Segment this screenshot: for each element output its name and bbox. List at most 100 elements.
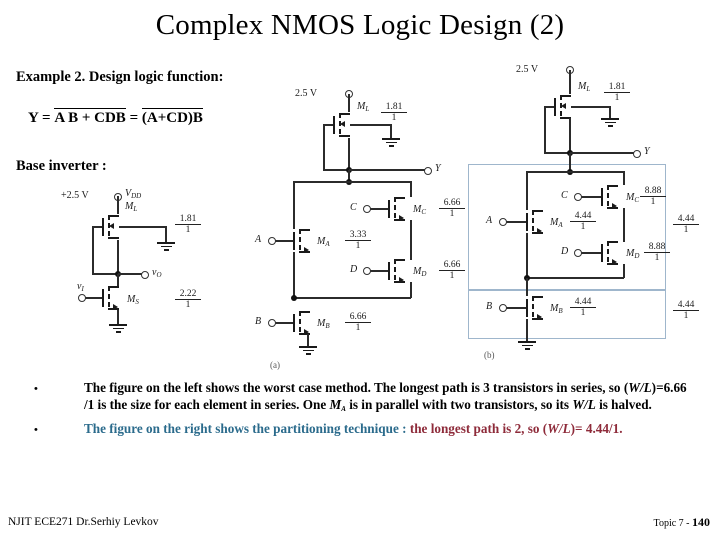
partitioned-md-input-label: D (561, 246, 569, 257)
partition-upper-ratio: 4.44 1 (673, 214, 699, 235)
partitioned-mc-input-terminal (574, 193, 582, 201)
worstcase-load-source-wire (350, 124, 392, 126)
bullet-2-seg-4: )= 4.44/1. (570, 421, 623, 437)
inverter-input-label: vI (77, 281, 84, 293)
bullet-1-seg-4: MA (329, 396, 346, 413)
partition-box-upper (468, 164, 666, 291)
partitioned-load-gate-down (544, 106, 546, 154)
inverter-driver-name: MS (127, 294, 139, 306)
worstcase-ma-gate-lead (274, 240, 293, 242)
partitioned-load-gnd-drop (609, 106, 611, 118)
worstcase-mid-wire (348, 138, 350, 170)
worstcase-mb-ratio: 6.66 1 (345, 312, 371, 333)
worstcase-md-input-terminal (363, 267, 371, 275)
inverter-driver-source-wire (117, 310, 119, 324)
worstcase-vdd-wire (348, 94, 350, 112)
inverter-output-wire (118, 273, 142, 275)
worstcase-pdn-bottom-node (291, 295, 297, 301)
worstcase-mb-gate-lead (274, 322, 293, 324)
inverter-driver-transistor (102, 285, 124, 311)
bullet-1-seg-7: is halved. (595, 396, 652, 412)
worstcase-mc-to-md-wire (410, 220, 412, 260)
bullet-list: • The figure on the left shows the worst… (26, 380, 696, 442)
partitioned-ma-source-down (526, 233, 528, 278)
partitioned-ma-ratio: 4.44 1 (570, 211, 596, 232)
worstcase-ma-branch-down (293, 181, 295, 229)
worstcase-md-ratio: 6.66 1 (439, 260, 465, 281)
inverter-load-ratio: 1.81 1 (175, 214, 201, 235)
inverter-driver-ground-symbol (109, 324, 127, 333)
bullet-2-seg-1: The figure on the right shows the partit… (84, 421, 410, 437)
partitioned-ma-input-terminal (499, 218, 507, 226)
formula-lhs: Y = (28, 110, 51, 126)
worstcase-mb-input-terminal (268, 319, 276, 327)
worstcase-ma-ratio: 3.33 1 (345, 230, 371, 251)
partitioned-mb-name: MB (550, 303, 563, 315)
worstcase-output-label: Y (435, 163, 441, 174)
formula-equals: = (129, 110, 139, 126)
inverter-load-gate-down (92, 226, 94, 274)
partitioned-output-label: Y (644, 146, 650, 157)
worstcase-ma-name: MA (317, 236, 330, 248)
worstcase-mb-name: MB (317, 318, 330, 330)
footer-course-info: NJIT ECE271 Dr.Serhiy Levkov (8, 516, 159, 528)
partitioned-md-name: MD (626, 248, 640, 260)
partitioned-ground-symbol (518, 341, 536, 350)
partitioned-md-source-down (623, 264, 625, 278)
partitioned-figure-caption: (b) (484, 350, 495, 360)
worstcase-load-ratio: 1.81 1 (381, 102, 407, 123)
bullet-1-seg-1: The figure on the left shows the worst c… (84, 380, 629, 395)
inverter-supply-label: +2.5 V (61, 190, 89, 201)
footer-topic-prefix: Topic 7 - (653, 518, 692, 529)
circuit-worst-case: 2.5 V ML 1.81 1 Y C MC 6.66 1 A MA 3.33 … (255, 88, 470, 373)
partitioned-output-terminal (633, 150, 641, 158)
inverter-vdd-label: VDD (125, 188, 142, 200)
worstcase-mb-input-label: B (255, 316, 262, 327)
inverter-output-terminal (141, 271, 149, 279)
partitioned-mc-to-md-wire (623, 208, 625, 242)
worstcase-mc-input-label: C (350, 202, 357, 213)
partitioned-md-input-terminal (574, 249, 582, 257)
partitioned-mc-input-label: C (561, 190, 568, 201)
partitioned-vdd-wire (569, 70, 571, 94)
worstcase-load-ground-symbol (382, 138, 400, 147)
partitioned-mb-drain-wire (526, 278, 528, 296)
worstcase-ma-input-terminal (268, 237, 276, 245)
bullet-item-2: • The figure on the right shows the part… (26, 421, 696, 438)
worstcase-output-terminal (424, 167, 432, 175)
formula-term-2: (A+CD)B (141, 108, 203, 126)
inverter-driver-ratio: 2.22 1 (175, 289, 201, 310)
partitioned-md-ratio: 8.88 1 (644, 242, 670, 263)
partitioned-ma-name: MA (550, 217, 563, 229)
worstcase-md-name: MD (413, 266, 427, 278)
partitioned-mc-name: MC (626, 192, 640, 204)
worstcase-figure-caption: (a) (270, 360, 280, 370)
worstcase-ma-transistor (293, 228, 315, 254)
logic-function-formula: Y = A B + CDB = (A+CD)B (28, 108, 203, 127)
bullet-2-seg-3: W/L (547, 421, 571, 437)
worstcase-md-transistor (388, 258, 410, 284)
inverter-input-terminal (78, 294, 86, 302)
partitioned-md-gate-lead (580, 252, 601, 254)
partitioned-md-transistor (601, 240, 623, 266)
inverter-vdd-wire (117, 196, 119, 214)
partitioned-mb-input-terminal (499, 304, 507, 312)
base-inverter-label: Base inverter : (16, 158, 107, 174)
worstcase-mc-branch-down (410, 181, 412, 197)
partitioned-output-wire (570, 152, 634, 154)
example-heading: Example 2. Design logic function: (16, 69, 224, 85)
worstcase-md-input-label: D (350, 264, 358, 275)
worstcase-load-gate-down (323, 124, 325, 170)
bullet-1-seg-2: W/L (628, 380, 652, 395)
partitioned-mb-transistor (526, 295, 548, 321)
partitioned-ma-transistor (526, 209, 548, 235)
inverter-load-name: ML (125, 201, 138, 213)
partitioned-load-ratio: 1.81 1 (604, 82, 630, 103)
partitioned-load-name: ML (578, 81, 591, 93)
inverter-output-label: vO (152, 267, 162, 279)
inverter-load-ground-symbol (157, 242, 175, 251)
inverter-load-gnd-drop (165, 226, 167, 242)
worstcase-mc-input-terminal (363, 205, 371, 213)
bullet-marker: • (34, 383, 38, 395)
partitioned-mc-ratio: 8.88 1 (640, 186, 666, 207)
